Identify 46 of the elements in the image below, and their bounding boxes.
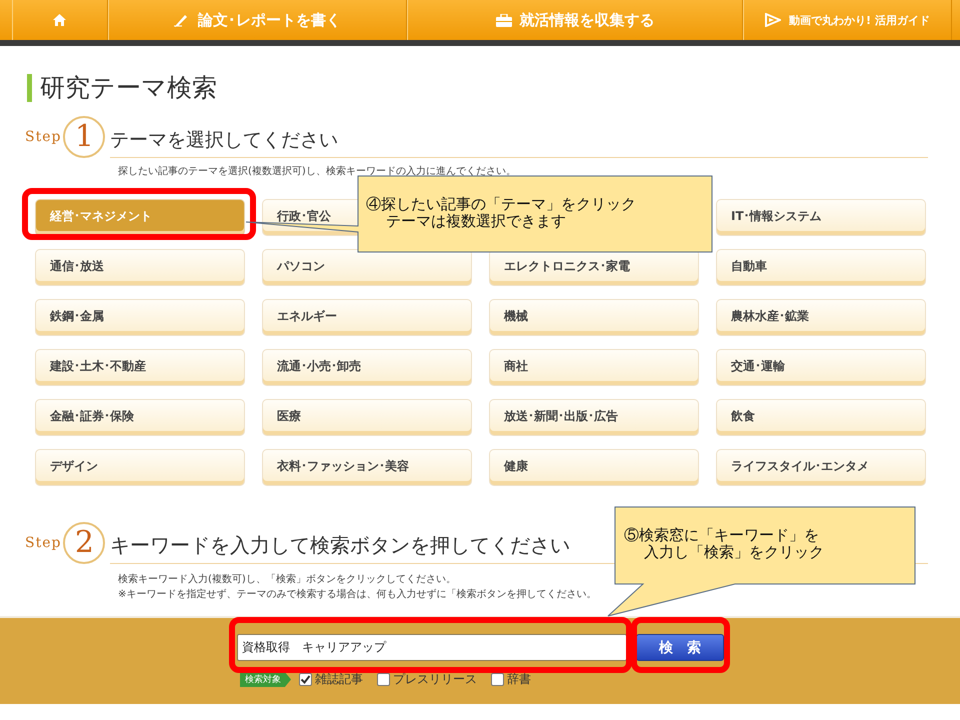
checkbox[interactable]	[491, 673, 504, 686]
checkbox-label: 雑誌記事	[315, 671, 363, 688]
briefcase-icon	[496, 14, 512, 26]
theme-button[interactable]: 流通･小売･卸売	[262, 349, 472, 386]
theme-button[interactable]: 金融･証券･保険	[35, 399, 245, 436]
callout-text: 入力し「検索」をクリック	[643, 544, 824, 561]
callout-text: ④探したい記事の「テーマ」をクリック	[366, 196, 636, 213]
theme-button[interactable]: 放送･新聞･出版･広告	[489, 399, 699, 436]
callout-text: ⑤検索窓に「キーワード」を	[624, 527, 820, 544]
step-number: 1	[63, 116, 106, 158]
play-icon	[765, 13, 781, 27]
step-description: 探したい記事のテーマを選択(複数選択可)し、検索キーワードの入力に進んでください。	[118, 164, 517, 178]
theme-button[interactable]: 通信･放送	[35, 249, 245, 286]
theme-button[interactable]: 衣料･ファッション･美容	[262, 449, 472, 486]
theme-button[interactable]: 医療	[262, 399, 472, 436]
checkbox-label: プレスリリース	[393, 671, 477, 688]
step-number: 2	[63, 522, 106, 564]
checkbox-label: 辞書	[507, 671, 531, 688]
theme-button[interactable]: 健康	[489, 449, 699, 486]
theme-button[interactable]: デザイン	[35, 449, 245, 486]
theme-button[interactable]: 農林水産･鉱業	[716, 299, 926, 336]
theme-button[interactable]: 機械	[489, 299, 699, 336]
target-tag: 検索対象	[240, 672, 291, 687]
pen-icon	[174, 13, 190, 27]
theme-button[interactable]: エネルギー	[262, 299, 472, 336]
step-note: ※キーワードを指定せず、テーマのみで検索する場合は、何も入力せずに「検索ボタンを押してください。	[118, 588, 598, 602]
step-note: 検索キーワード入力(複数可)し、「検索」ボタンをクリックしてください。	[118, 572, 457, 587]
callout-text: テーマは複数選択できます	[385, 213, 567, 230]
theme-button[interactable]: ライフスタイル･エンタメ	[716, 449, 926, 486]
theme-button[interactable]: 建設･土木･不動産	[35, 349, 245, 386]
page-title: 研究テーマ検索	[27, 74, 928, 102]
checkbox[interactable]	[299, 673, 312, 686]
search-field[interactable]: 資格取得 キャリアアップ	[237, 634, 627, 661]
theme-button[interactable]: 商社	[489, 349, 699, 386]
theme-button[interactable]: IT･情報システム	[716, 199, 926, 236]
checkbox[interactable]	[377, 673, 390, 686]
theme-button[interactable]: 飲食	[716, 399, 926, 436]
step-label: Step	[25, 129, 62, 145]
theme-button[interactable]: 交通･運輸	[716, 349, 926, 386]
theme-button[interactable]: 自動車	[716, 249, 926, 286]
theme-button[interactable]: パソコン	[262, 249, 472, 286]
step-heading: テーマを選択してください	[110, 127, 928, 158]
step-label: Step	[25, 535, 62, 551]
theme-button[interactable]: 鉄鋼･金属	[35, 299, 245, 336]
home-icon	[53, 14, 66, 26]
search-button[interactable]: 検 索	[636, 634, 724, 661]
